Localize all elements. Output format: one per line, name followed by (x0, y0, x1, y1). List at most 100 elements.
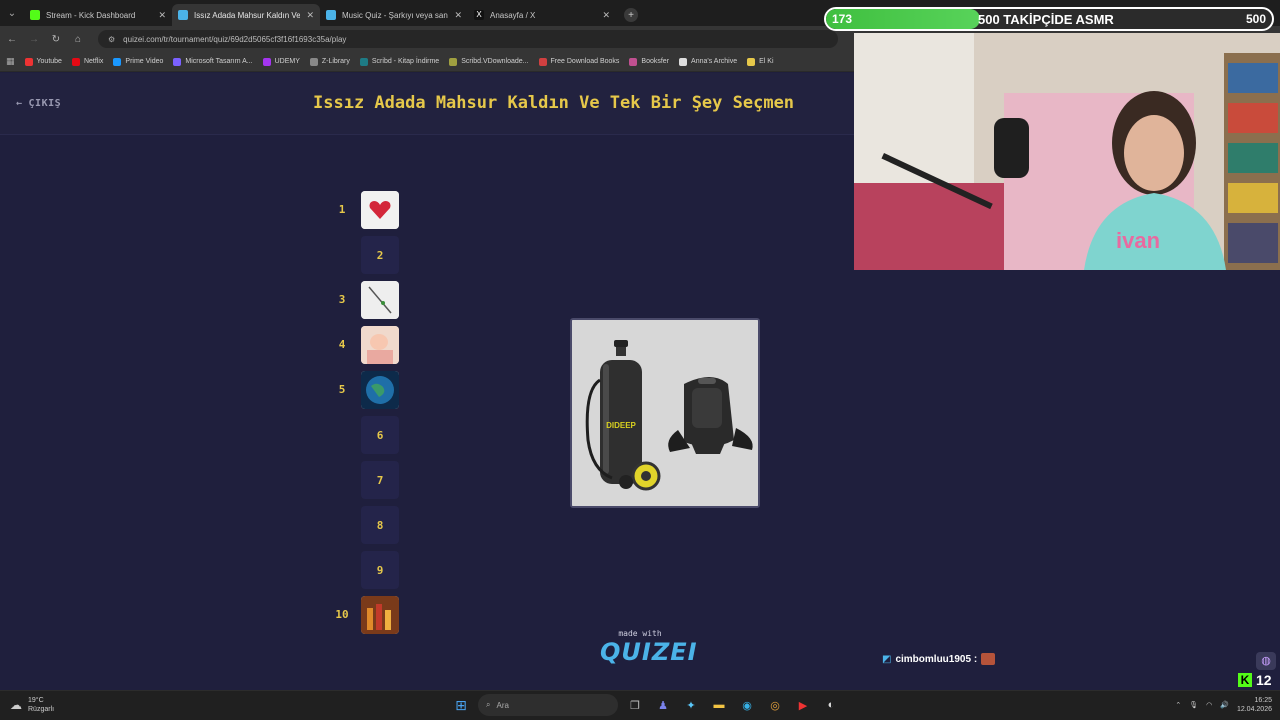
close-icon[interactable]: ✕ (602, 10, 610, 21)
bookmark-label: El Ki (759, 58, 774, 65)
bookmark-label: Prime Video (125, 58, 164, 65)
rank-slot-filled[interactable] (361, 191, 399, 229)
bookmark-favicon-icon (71, 57, 80, 66)
forward-arrow-icon[interactable]: → (28, 34, 40, 45)
close-icon[interactable]: ✕ (158, 10, 166, 21)
rank-slot-empty[interactable]: 2 (361, 236, 399, 274)
goal-target: 500 (1245, 12, 1266, 26)
bookmark-favicon-icon (309, 57, 318, 66)
bookmark-item[interactable]: UDEMY (262, 57, 300, 66)
goal-label: 500 TAKİPÇİDE ASMR (978, 12, 1114, 27)
current-item-card[interactable]: DIDEEP (570, 318, 760, 508)
rank-row: 4 (330, 326, 410, 364)
globe-widget-icon: ◍ (1256, 652, 1276, 670)
svg-text:ivan: ivan (1116, 228, 1160, 253)
close-icon[interactable]: ✕ (306, 10, 314, 21)
back-arrow-icon[interactable]: ← (6, 34, 18, 45)
rank-row: 3 (330, 281, 410, 319)
bookmark-favicon-icon (538, 57, 547, 66)
copilot-icon[interactable]: ✦ (680, 694, 702, 716)
tab-x-home[interactable]: X Anasayfa / X ✕ (468, 4, 616, 26)
weather-desc: Rüzgarlı (28, 706, 55, 713)
bookmark-favicon-icon (679, 57, 688, 66)
bookmark-item[interactable]: Booksfer (629, 57, 669, 66)
chat-username: cimbomluu1905 : (895, 653, 978, 665)
bookmark-item[interactable]: Prime Video (113, 57, 164, 66)
bookmark-favicon-icon (173, 57, 182, 66)
microphone-icon[interactable]: 🎙 (1189, 701, 1198, 709)
edge-icon[interactable]: ◉ (736, 694, 758, 716)
rank-number: 1 (338, 203, 346, 216)
bookmark-favicon-icon (449, 57, 458, 66)
weather-widget[interactable]: ☁ 19°C Rüzgarlı (10, 696, 54, 714)
search-placeholder: Ara (496, 700, 509, 710)
bookmark-item[interactable]: Z-Library (309, 57, 350, 66)
youtube-icon[interactable]: ▶ (792, 694, 814, 716)
bookmark-item[interactable]: Free Download Books (538, 57, 619, 66)
windows-start-icon[interactable]: ⊞ (450, 694, 472, 716)
teams-icon[interactable]: ♟ (652, 694, 674, 716)
bookmark-item[interactable]: El Ki (747, 57, 774, 66)
rank-slot-filled[interactable] (361, 281, 399, 319)
url-text: quizei.com/tr/tournament/quiz/69d2d5065c… (123, 34, 347, 44)
chat-emote-icon (981, 653, 996, 665)
clock[interactable]: 16:25 12.04.2026 (1237, 696, 1272, 714)
bookmark-favicon-icon (747, 57, 756, 66)
chat-message: ◩ cimbomluu1905 : (882, 653, 996, 665)
tab-music-quiz[interactable]: Music Quiz - Şarkıyı veya sanat ✕ (320, 4, 468, 26)
quizei-favicon-icon (326, 10, 336, 20)
bookmark-item[interactable]: Microsoft Tasarım A... (173, 57, 253, 66)
taskbar-search[interactable]: ⌕ Ara (478, 694, 618, 716)
obs-icon[interactable]: ◐ (820, 694, 842, 716)
system-tray: ⌃ 🎙 ◠ 🔊 16:25 12.04.2026 (1175, 696, 1272, 714)
bookmark-item[interactable]: Scribd.VDownloade... (449, 57, 529, 66)
file-explorer-icon[interactable]: ▬ (708, 694, 730, 716)
rank-slot-filled[interactable] (361, 326, 399, 364)
close-icon[interactable]: ✕ (454, 10, 462, 21)
rank-slot-empty[interactable]: 7 (361, 461, 399, 499)
apps-grid-icon[interactable]: ▦ (6, 56, 15, 67)
chrome-icon[interactable]: ◎ (764, 694, 786, 716)
url-bar[interactable]: ⚙ quizei.com/tr/tournament/quiz/69d2d506… (98, 30, 838, 48)
wifi-icon[interactable]: ◠ (1206, 701, 1212, 709)
bookmark-label: Netflix (83, 58, 104, 65)
made-with-quizei[interactable]: made with QUIZEI (600, 629, 697, 666)
bookmark-label: Scribd - Kitap İndirme (371, 58, 440, 65)
tank-brand-text: DIDEEP (606, 421, 636, 430)
tab-search-icon[interactable]: ⌄ (0, 0, 24, 26)
rank-slot-filled[interactable] (361, 596, 399, 634)
bookmark-item[interactable]: Netflix (71, 57, 104, 66)
bookmark-favicon-icon (113, 57, 122, 66)
bookmark-item[interactable]: Youtube (24, 57, 62, 66)
new-tab-button[interactable]: + (624, 8, 638, 22)
rank-slot-empty[interactable]: 8 (361, 506, 399, 544)
rank-number: 4 (338, 338, 346, 351)
viewer-count: 12 (1256, 672, 1272, 688)
bookmark-item[interactable]: Anna's Archive (679, 57, 737, 66)
rank-slot-filled[interactable] (361, 371, 399, 409)
reload-icon[interactable]: ↻ (50, 34, 62, 45)
clock-date: 12.04.2026 (1236, 706, 1272, 713)
rank-number: 5 (338, 383, 346, 396)
rank-slot-empty[interactable]: 9 (361, 551, 399, 589)
tab-kick-dashboard[interactable]: Stream - Kick Dashboard ✕ (24, 4, 172, 26)
bookmark-favicon-icon (24, 57, 33, 66)
rank-row: 5 (330, 371, 410, 409)
bookmark-favicon-icon (262, 57, 271, 66)
bookmark-item[interactable]: Scribd - Kitap İndirme (359, 57, 440, 66)
exit-label: ÇIKIŞ (28, 98, 62, 109)
site-info-icon[interactable]: ⚙ (108, 35, 115, 44)
rank-row: 8 (330, 506, 410, 544)
bookmark-label: Youtube (36, 58, 62, 65)
rank-slot-empty[interactable]: 6 (361, 416, 399, 454)
bookmark-label: UDEMY (274, 58, 300, 65)
chevron-up-icon[interactable]: ⌃ (1175, 701, 1181, 709)
home-icon[interactable]: ⌂ (72, 34, 84, 45)
quizei-favicon-icon (178, 10, 188, 20)
tab-quizei-active[interactable]: Issız Adada Mahsur Kaldın Ve T ✕ (172, 4, 320, 26)
exit-button[interactable]: ← ÇIKIŞ (16, 98, 61, 109)
tab-title: Issız Adada Mahsur Kaldın Ve T (194, 10, 301, 20)
task-view-icon[interactable]: ❐ (624, 694, 646, 716)
volume-icon[interactable]: 🔊 (1220, 701, 1229, 709)
kick-viewer-count: K 12 (1238, 672, 1272, 688)
